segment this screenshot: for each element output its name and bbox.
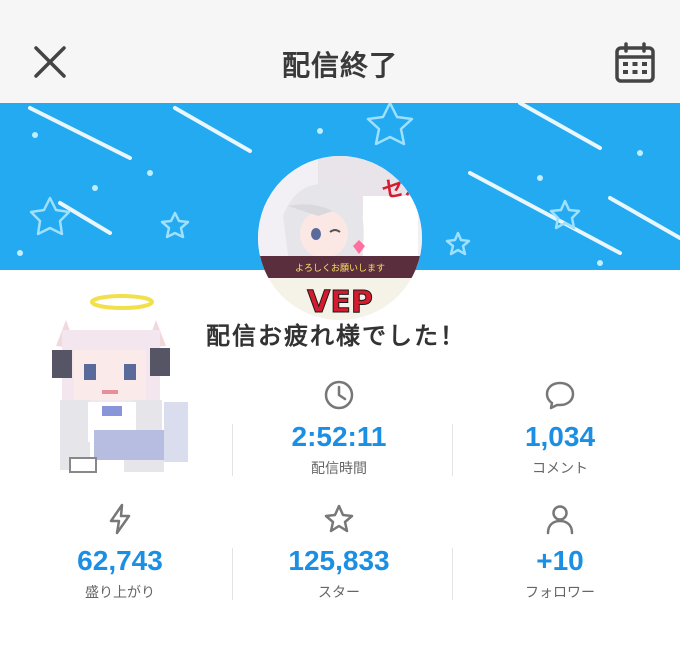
clock-icon (324, 380, 354, 410)
stars-value: 125,833 (288, 545, 390, 576)
pixel-avatar (44, 290, 194, 490)
divider (452, 548, 453, 600)
followers-value: +10 (536, 545, 584, 576)
calendar-button[interactable] (614, 42, 656, 84)
stat-stars: 125,833 スター (234, 502, 444, 602)
person-icon (546, 505, 574, 535)
stars-label: スター (318, 585, 360, 601)
stat-excitement: 62,743 盛り上がり (15, 502, 225, 602)
calendar-icon (615, 42, 655, 83)
divider (452, 424, 453, 476)
divider (232, 424, 233, 476)
excitement-label: 盛り上がり (85, 585, 155, 601)
followers-label: フォロワー (525, 585, 595, 601)
duration-label: 配信時間 (311, 461, 367, 477)
completion-message: 配信お疲れ様でした！ (206, 322, 466, 350)
star-icon (324, 504, 354, 533)
stat-comments: 1,034 コメント (455, 378, 665, 478)
page-title: 配信終了 (281, 49, 398, 82)
thumbnail-caption: よろしくお願いします (295, 263, 385, 274)
lightning-icon (109, 503, 131, 535)
excitement-value: 62,743 (77, 545, 163, 576)
speech-bubble-icon (545, 381, 575, 410)
comments-label: コメント (532, 461, 588, 477)
thumbnail-bottom-text: VEP (307, 285, 373, 320)
stat-followers: +10 フォロワー (455, 502, 665, 602)
stat-duration: 2:52:11 配信時間 (234, 378, 444, 478)
header-bar: 配信終了 (0, 0, 680, 103)
duration-value: 2:52:11 (291, 421, 387, 452)
comments-value: 1,034 (524, 421, 596, 452)
stream-thumbnail: よろしくお願いします VEP セルン (258, 156, 422, 320)
divider (232, 548, 233, 600)
